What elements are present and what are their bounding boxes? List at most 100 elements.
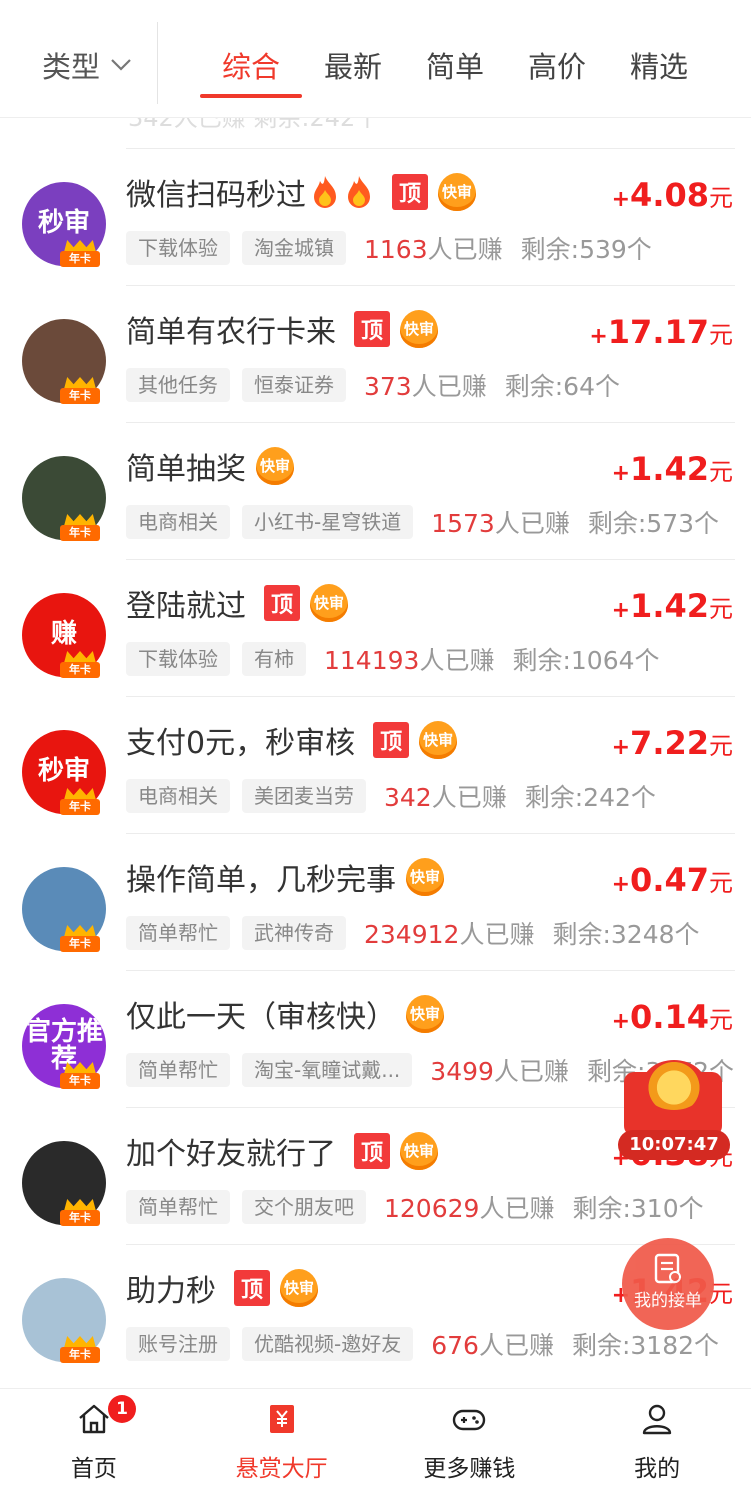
remaining-count: 剩余:242个 [524,783,656,812]
tab-simple[interactable]: 简单 [404,44,506,98]
task-title-row: 仅此一天（审核快） 快审 [126,994,444,1035]
remaining-count: 剩余:539个 [520,235,652,264]
task-row[interactable]: 赚年卡 登陆就过顶快审 +1.42元 下载体验 有柿 114193人已赚 剩余:1064个 [0,559,751,696]
fast-review-badge: 快审 [406,995,444,1033]
crown-icon: 年卡 [60,1062,100,1092]
task-title: 登陆就过 [126,589,246,624]
notification-badge: 1 [108,1395,136,1423]
task-title: 仅此一天（审核快） [126,1000,396,1035]
crown-icon: 年卡 [60,514,100,544]
task-row[interactable]: 年卡 简单有农行卡来顶快审 +17.17元 其他任务 恒泰证券 373人已赚 剩余:64个 [0,285,751,422]
category-tag: 下载体验 [126,231,230,265]
pinned-badge: 顶 [392,174,428,210]
earned-count: 1573人已赚 [431,509,570,538]
task-title: 简单抽奖 [126,452,246,487]
nav-more-earn-label: 更多赚钱 [423,1456,516,1482]
home-icon [79,1404,109,1434]
type-dropdown[interactable]: 类型 [42,44,132,86]
red-packet-widget[interactable]: 10:07:47 [618,1060,738,1160]
nav-more-earn[interactable]: 更多赚钱 [376,1389,564,1491]
crown-icon: 年卡 [60,377,100,407]
category-tag: 简单帮忙 [126,916,230,950]
category-tag: 下载体验 [126,642,230,676]
pinned-badge: 顶 [354,311,390,347]
merchant-tag: 恒泰证券 [242,368,346,402]
row-divider [126,833,735,834]
merchant-tag: 优酷视频-邀好友 [242,1327,414,1361]
my-orders-label: 我的接单 [634,1291,702,1311]
merchant-tag: 武神传奇 [242,916,346,950]
task-title-row: 加个好友就行了顶快审 [126,1131,438,1172]
crown-icon: 年卡 [60,788,100,818]
nav-bounty-label: 悬赏大厅 [235,1456,328,1482]
vip-badge: 年卡 [60,799,100,815]
merchant-tag: 淘金城镇 [242,231,346,265]
fast-review-badge: 快审 [280,1269,318,1307]
task-meta: 下载体验 淘金城镇 1163人已赚 剩余:539个 [126,230,652,266]
vip-badge: 年卡 [60,1210,100,1226]
filter-bar: 类型 综合 最新 简单 高价 精选 [0,0,751,118]
category-tag: 简单帮忙 [126,1190,230,1224]
chevron-down-icon [111,59,131,71]
bottom-nav: 1 首页 悬赏大厅 更多赚钱 我的 [0,1388,751,1491]
vip-badge: 年卡 [60,662,100,678]
vip-badge: 年卡 [60,525,100,541]
merchant-tag: 美团麦当劳 [242,779,366,813]
tab-latest[interactable]: 最新 [302,44,404,98]
my-orders-button[interactable]: 我的接单 [622,1238,714,1330]
task-reward: +4.08元 [611,176,733,214]
vip-badge: 年卡 [60,388,100,404]
partial-row-text: 342人已赚 剩余:242个 [128,118,380,132]
row-divider [126,559,735,560]
task-row[interactable]: 年卡 简单抽奖 快审 +1.42元 电商相关 小红书-星穹铁道 1573人已赚 剩余:573个 [0,422,751,559]
reward-amount: 1.42 [630,587,709,625]
task-title-row: 简单抽奖 快审 [126,446,294,487]
earned-count: 1163人已赚 [364,235,503,264]
nav-bounty-hall[interactable]: 悬赏大厅 [188,1389,376,1491]
earned-count: 373人已赚 [364,372,487,401]
pinned-badge: 顶 [264,585,300,621]
tab-high-price[interactable]: 高价 [506,44,608,98]
nav-home[interactable]: 1 首页 [0,1389,188,1491]
tab-comprehensive[interactable]: 综合 [200,44,302,98]
remaining-count: 剩余:310个 [572,1194,704,1223]
task-title: 支付0元，秒审核 [126,726,356,761]
task-row[interactable]: 年卡 操作简单，几秒完事 快审 +0.47元 简单帮忙 武神传奇 234912人已赚 剩余:3… [0,833,751,970]
remaining-count: 剩余:1064个 [512,646,660,675]
row-divider [126,696,735,697]
remaining-count: 剩余:64个 [504,372,620,401]
nav-mine[interactable]: 我的 [563,1389,751,1491]
sort-tabs: 综合 最新 简单 高价 精选 [200,44,710,98]
task-title-row: 简单有农行卡来顶快审 [126,309,438,350]
task-row[interactable]: 秒审 年卡 微信扫码秒过顶快审 +4.08元 下载体验 淘金城镇 1163人已赚 剩余:539… [0,148,751,285]
task-row[interactable]: 秒审 年卡 支付0元，秒审核顶快审 +7.22元 电商相关 美团麦当劳 342人已赚 剩余:2… [0,696,751,833]
reward-amount: 4.08 [630,176,709,214]
reward-amount: 7.22 [630,724,709,762]
fast-review-badge: 快审 [419,721,458,759]
tab-featured[interactable]: 精选 [608,44,710,98]
countdown-timer: 10:07:47 [618,1130,730,1160]
user-icon [642,1404,672,1435]
reward-amount: 1.42 [630,450,709,488]
merchant-tag: 小红书-星穹铁道 [242,505,414,539]
task-reward: +0.14元 [611,998,733,1036]
category-tag: 账号注册 [126,1327,230,1361]
reward-amount: 0.47 [630,861,709,899]
crown-icon: 年卡 [60,1199,100,1229]
task-title-row: 操作简单，几秒完事 快审 [126,857,444,898]
task-list[interactable]: 342人已赚 剩余:242个 秒审 年卡 微信扫码秒过顶快审 +4.08元 下载体验 淘金… [0,118,751,1388]
category-tag: 电商相关 [126,779,230,813]
task-title: 简单有农行卡来 [126,315,336,350]
nav-home-label: 首页 [70,1456,117,1482]
vip-badge: 年卡 [60,1347,100,1363]
task-reward: +1.42元 [611,450,733,488]
earned-count: 676人已赚 [431,1331,554,1360]
vip-badge: 年卡 [60,936,100,952]
bounty-icon [269,1405,294,1433]
row-divider [126,285,735,286]
fast-review-badge: 快审 [400,310,438,348]
task-title: 加个好友就行了 [126,1137,336,1172]
earned-count: 234912人已赚 [364,920,535,949]
category-tag: 其他任务 [126,368,230,402]
remaining-count: 剩余:3248个 [552,920,700,949]
